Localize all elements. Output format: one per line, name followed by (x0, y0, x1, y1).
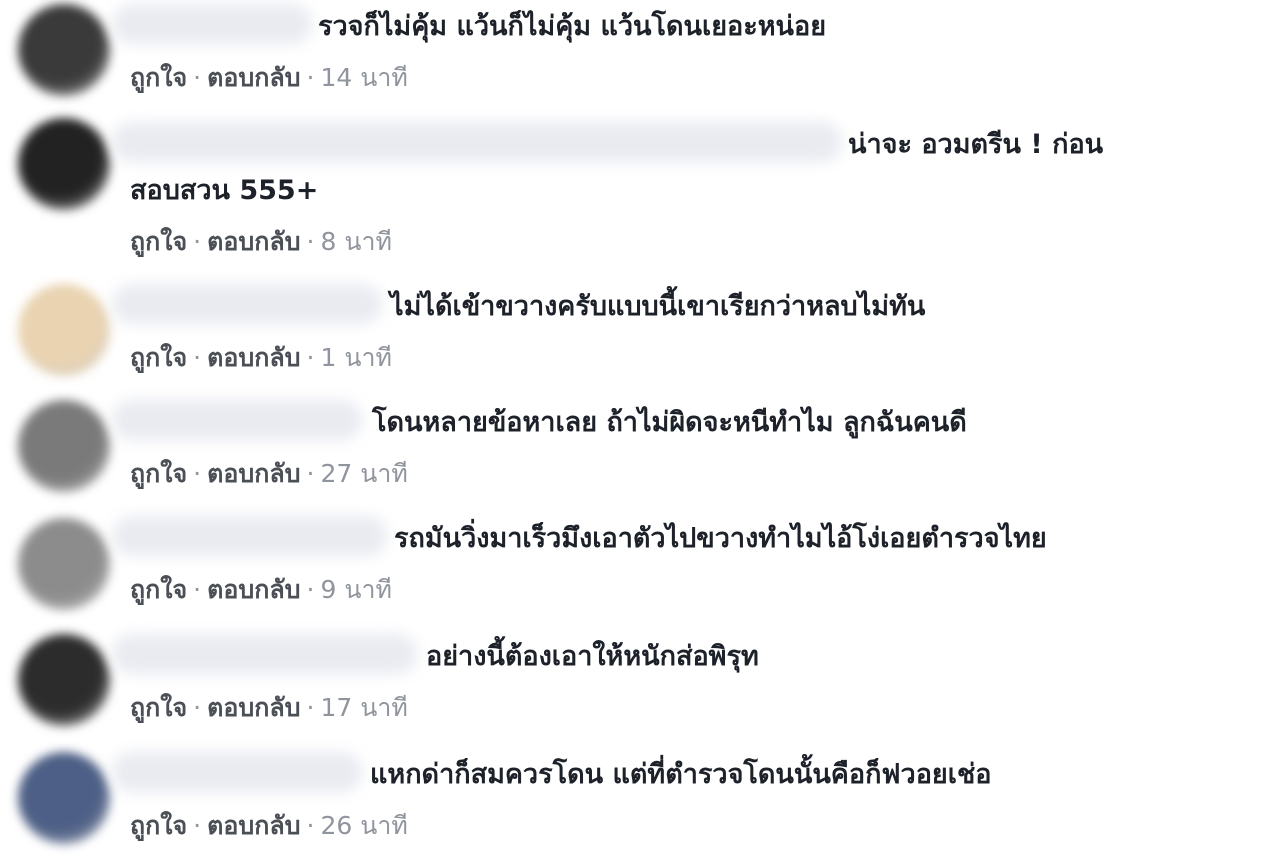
like-button[interactable]: ถูกใจ (130, 459, 187, 488)
comment-actions: ถูกใจ · ตอบกลับ · 9 นาที (130, 570, 392, 610)
separator: · (193, 343, 202, 372)
comment-actions: ถูกใจ · ตอบกลับ · 27 นาที (130, 454, 408, 494)
avatar[interactable] (18, 4, 110, 96)
like-button[interactable]: ถูกใจ (130, 575, 187, 604)
separator: · (193, 459, 202, 488)
avatar[interactable] (18, 400, 110, 492)
separator: · (193, 693, 202, 722)
comment-timestamp[interactable]: 17 นาที (321, 693, 408, 722)
separator: · (193, 811, 202, 840)
comment-timestamp[interactable]: 8 นาที (321, 227, 392, 256)
comment-text: รถมันวิ่งมาเร็วมึงเอาตัวไปขวางทำไมไอ้โง่… (394, 523, 1047, 554)
comment-actions: ถูกใจ · ตอบกลับ · 1 นาที (130, 338, 392, 378)
comment-timestamp[interactable]: 1 นาที (321, 343, 392, 372)
comment-text: แหกด่าก็สมควรโดน แต่ที่ตำรวจโดนนั้นคือก็… (370, 759, 992, 790)
comment-text: อย่างนี้ต้องเอาให้หนักส่อพิรุท (426, 641, 759, 672)
reply-button[interactable]: ตอบกลับ (207, 63, 300, 92)
reply-button[interactable]: ตอบกลับ (207, 811, 300, 840)
separator: · (306, 63, 315, 92)
reply-button[interactable]: ตอบกลับ (207, 693, 300, 722)
separator: · (193, 227, 202, 256)
separator: · (306, 459, 315, 488)
like-button[interactable]: ถูกใจ (130, 693, 187, 722)
like-button[interactable]: ถูกใจ (130, 811, 187, 840)
separator: · (306, 693, 315, 722)
comment-list: รวจก็ไม่คุ้ม แว้นก็ไม่คุ้ม แว้นโดนเยอะหน… (0, 0, 1280, 859)
comment-text: โดนหลายข้อหาเลย ถ้าไม่ผิดจะหนีทำไม ลูกฉั… (372, 407, 967, 438)
separator: · (306, 227, 315, 256)
comment-text: ไม่ได้เข้าขวางครับแบบนี้เขาเรียกว่าหลบไม… (390, 291, 926, 322)
comment-timestamp[interactable]: 26 นาที (321, 811, 408, 840)
comment-timestamp[interactable]: 9 นาที (321, 575, 392, 604)
avatar[interactable] (18, 118, 110, 210)
comment-actions: ถูกใจ · ตอบกลับ · 8 นาที (130, 222, 392, 262)
comment-actions: ถูกใจ · ตอบกลับ · 14 นาที (130, 58, 408, 98)
separator: · (193, 63, 202, 92)
comment-timestamp[interactable]: 14 นาที (321, 63, 408, 92)
comment-text: รวจก็ไม่คุ้ม แว้นก็ไม่คุ้ม แว้นโดนเยอะหน… (318, 11, 827, 42)
reply-button[interactable]: ตอบกลับ (207, 575, 300, 604)
reply-button[interactable]: ตอบกลับ (207, 459, 300, 488)
avatar[interactable] (18, 518, 110, 610)
comment-timestamp[interactable]: 27 นาที (321, 459, 408, 488)
separator: · (306, 343, 315, 372)
reply-button[interactable]: ตอบกลับ (207, 343, 300, 372)
reply-button[interactable]: ตอบกลับ (207, 227, 300, 256)
separator: · (193, 575, 202, 604)
like-button[interactable]: ถูกใจ (130, 343, 187, 372)
comment-actions: ถูกใจ · ตอบกลับ · 17 นาที (130, 688, 408, 728)
like-button[interactable]: ถูกใจ (130, 63, 187, 92)
separator: · (306, 575, 315, 604)
avatar[interactable] (18, 284, 110, 376)
avatar[interactable] (18, 634, 110, 726)
comment-text: น่าจะ อวมตรีน ! ก่อน สอบสวน 555+ (130, 129, 1104, 206)
like-button[interactable]: ถูกใจ (130, 227, 187, 256)
separator: · (306, 811, 315, 840)
comment-actions: ถูกใจ · ตอบกลับ · 26 นาที (130, 806, 408, 846)
avatar[interactable] (18, 752, 110, 844)
